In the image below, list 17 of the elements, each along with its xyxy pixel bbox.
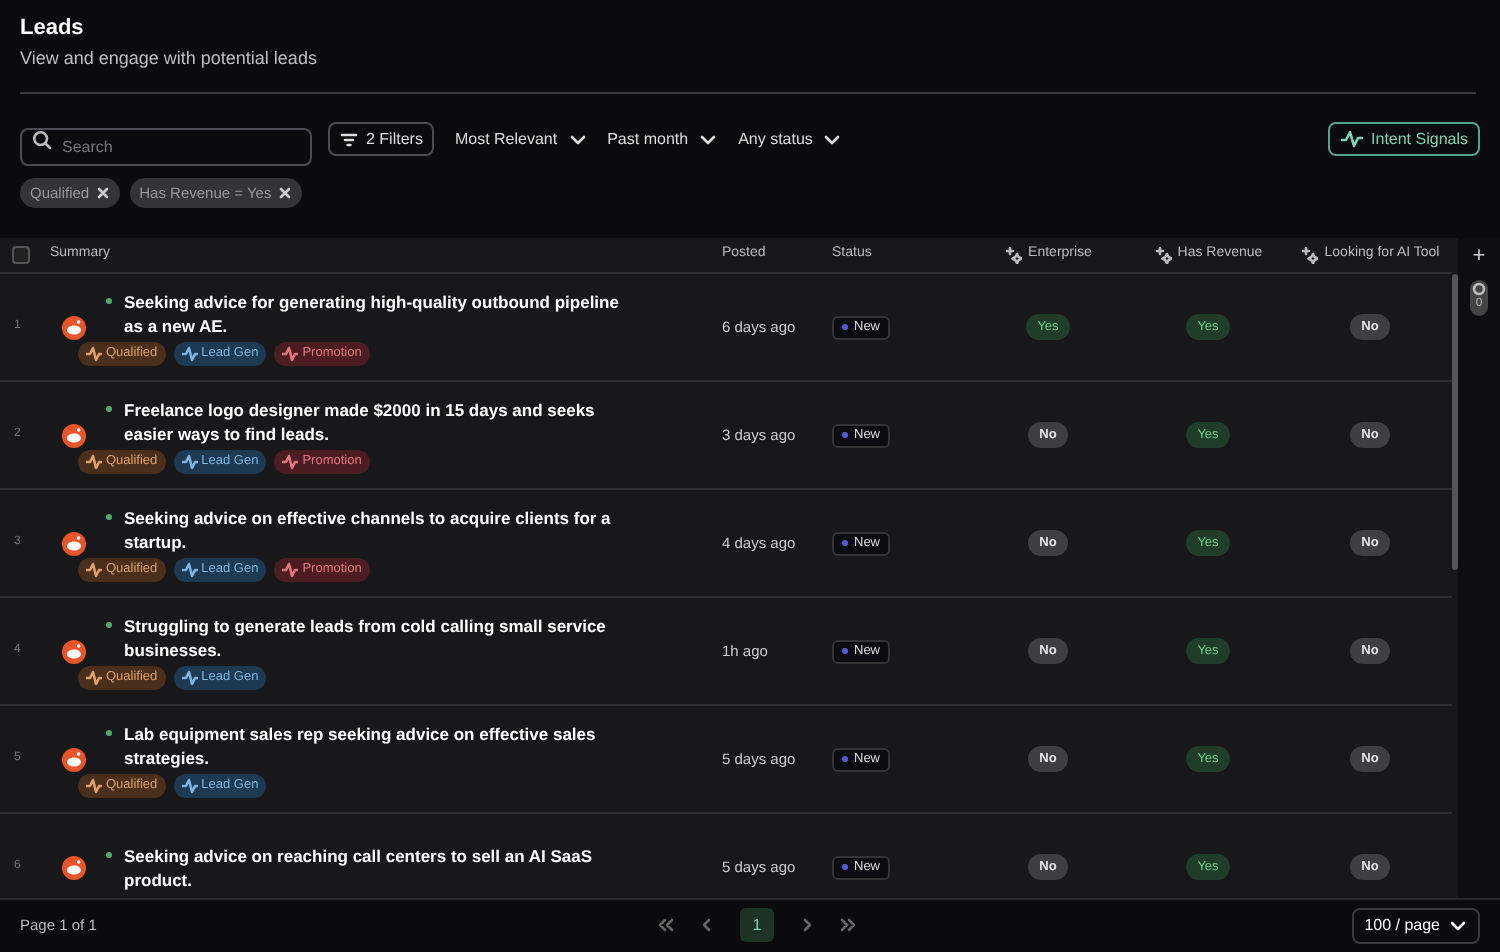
add-column-button[interactable]: + — [1472, 242, 1486, 270]
lead-summary: Struggling to generate leads from cold calling small service businesses. — [124, 613, 608, 661]
lead-summary: Seeking advice for generating high-quality outbound pipeline as a new AE. — [124, 289, 621, 337]
lead-summary: Lab equipment sales rep seeking advice on effective sales strategies. — [124, 721, 598, 769]
dropdown-button[interactable]: Past month — [607, 127, 719, 151]
page-subtitle: View and engage with potential leads — [20, 46, 319, 72]
page-button[interactable]: 1 — [740, 908, 774, 943]
page-size-dropdown[interactable]: 100 / page — [1352, 908, 1480, 945]
page-title: Leads — [20, 14, 86, 42]
filters-button[interactable]: 2 Filters — [328, 122, 435, 156]
lead-summary: Seeking advice on reaching call centers to sell an AI SaaS product. — [124, 843, 595, 891]
lead-summary: Seeking advice on effective channels to acquire clients for a startup. — [124, 505, 613, 553]
dropdown-button[interactable]: Any status — [738, 127, 843, 151]
search-field[interactable]: Search — [20, 128, 312, 166]
intent-signals-button[interactable]: Intent Signals — [1327, 122, 1480, 156]
dropdown-button[interactable]: Most Relevant — [454, 127, 588, 151]
lead-summary: Freelance logo designer made $2000 in 15 days and seeks easier ways to find leads. — [124, 397, 597, 445]
